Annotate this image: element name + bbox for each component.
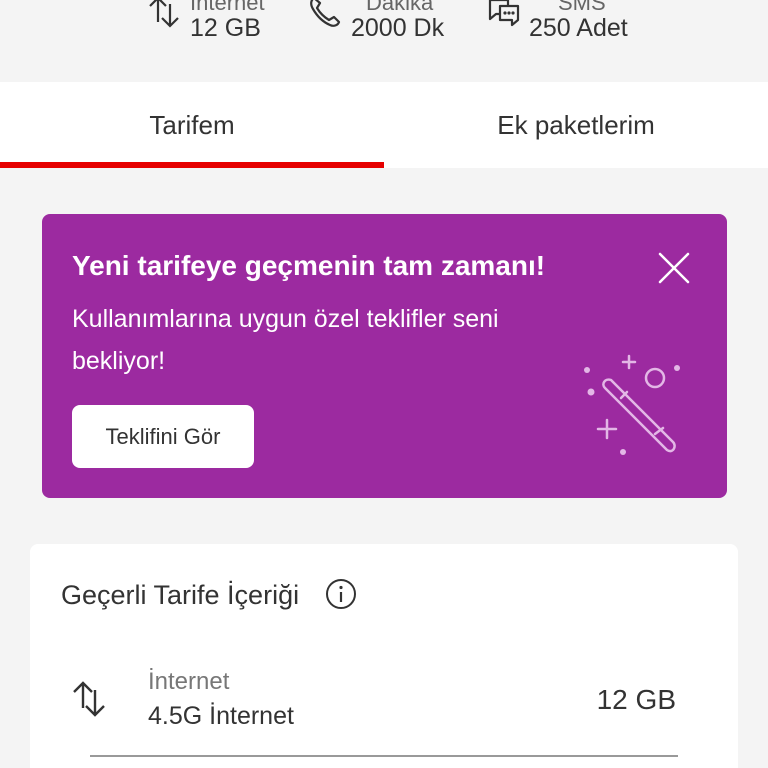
summary-sms-value: 250 Adet [529, 14, 628, 42]
tab-bar: Tarifem Ek paketlerim [0, 82, 768, 168]
sms-bubble-icon [488, 0, 520, 27]
internet-arrows-icon [73, 681, 105, 717]
summary-minutes-value: 2000 Dk [351, 14, 445, 42]
tab-tarifem[interactable]: Tarifem [0, 82, 384, 168]
usage-summary: İnternet 12 GB Dakika 2000 Dk SMS 250 Ad… [0, 0, 768, 80]
magic-wand-icon [584, 354, 680, 455]
promo-banner: Yeni tarifeye geçmenin tam zamanı! Kulla… [42, 214, 727, 498]
promo-text: Kullanımlarına uygun özel teklifler seni… [72, 305, 499, 375]
active-tab-indicator [0, 162, 384, 168]
internet-arrows-icon [149, 0, 179, 28]
tariff-row-value: 12 GB [596, 684, 676, 715]
see-offer-button[interactable]: Teklifini Gör [72, 405, 254, 468]
summary-internet-value: 12 GB [190, 14, 261, 42]
promo-title: Yeni tarifeye geçmenin tam zamanı! [72, 250, 546, 281]
tariff-card: Geçerli Tarife İçeriği İnternet 4.5G İnt… [30, 544, 738, 768]
tab-ek-paketlerim[interactable]: Ek paketlerim [384, 82, 768, 168]
row-divider [90, 755, 678, 757]
info-icon[interactable] [325, 578, 357, 610]
close-icon[interactable] [654, 248, 694, 288]
tariff-row-sub: 4.5G İnternet [148, 702, 294, 730]
tariff-row-label: İnternet [148, 668, 230, 695]
phone-icon [310, 0, 341, 27]
tariff-card-title: Geçerli Tarife İçeriği [61, 580, 300, 610]
